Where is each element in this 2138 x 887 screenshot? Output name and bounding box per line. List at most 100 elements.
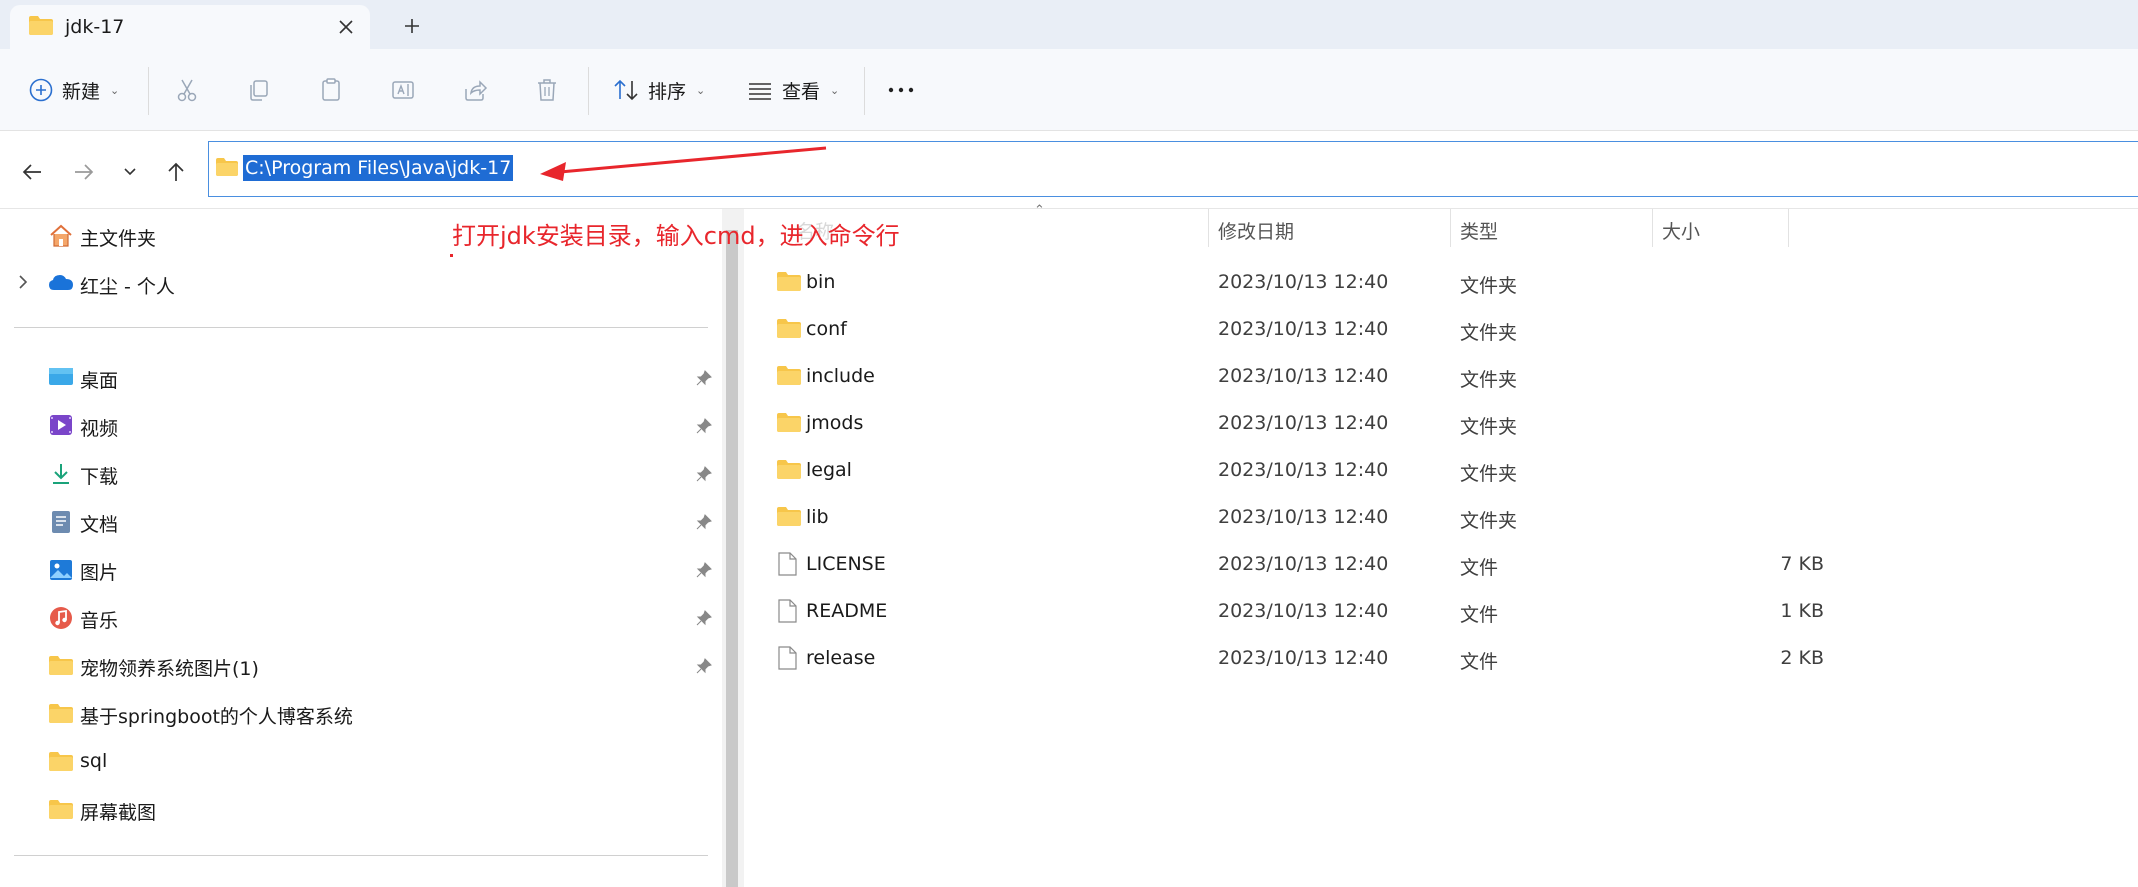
- recent-locations-button[interactable]: [110, 152, 150, 192]
- toolbar-divider: [588, 67, 589, 115]
- toolbar-divider: [864, 67, 865, 115]
- file-row[interactable]: jmods 2023/10/13 12:40 文件夹: [744, 400, 2138, 446]
- file-icon: [776, 646, 798, 675]
- pin-icon[interactable]: [696, 417, 712, 439]
- sidebar-item-label: 主文件夹: [80, 228, 157, 250]
- close-tab-icon[interactable]: [330, 11, 362, 43]
- column-header-label: 修改日期: [1218, 221, 1295, 243]
- paste-button[interactable]: [318, 69, 344, 111]
- file-row[interactable]: legal 2023/10/13 12:40 文件夹: [744, 447, 2138, 493]
- share-icon: [465, 80, 488, 101]
- file-row[interactable]: include 2023/10/13 12:40 文件夹: [744, 353, 2138, 399]
- sidebar-divider: [14, 327, 708, 328]
- video-icon: [48, 414, 74, 441]
- up-button[interactable]: [156, 152, 196, 192]
- file-name: bin: [806, 271, 836, 293]
- delete-button[interactable]: [534, 69, 560, 111]
- address-path-text[interactable]: C:\Program Files\Java\jdk-17: [243, 155, 514, 181]
- file-modified-date: 2023/10/13 12:40: [1218, 647, 1389, 669]
- music-icon: [48, 606, 74, 635]
- sidebar-item-sql[interactable]: sql: [0, 739, 720, 783]
- new-tab-button[interactable]: [396, 10, 428, 42]
- arrow-right-icon: [75, 164, 94, 180]
- sidebar-item-pet-adoption-images[interactable]: 宠物领养系统图片(1): [0, 643, 720, 687]
- column-divider[interactable]: [1450, 209, 1451, 247]
- column-divider[interactable]: [1652, 209, 1653, 247]
- trash-icon: [538, 79, 556, 101]
- sidebar-divider: [14, 855, 708, 856]
- sort-button[interactable]: 排序 ⌄: [612, 69, 705, 111]
- pin-icon[interactable]: [696, 369, 712, 391]
- file-row[interactable]: lib 2023/10/13 12:40 文件夹: [744, 494, 2138, 540]
- chevron-down-icon: ⌄: [830, 83, 840, 97]
- rename-button[interactable]: [390, 69, 416, 111]
- file-name: legal: [806, 459, 852, 481]
- column-divider[interactable]: [1788, 209, 1789, 247]
- file-size: 2 KB: [1780, 647, 1824, 669]
- sidebar-item-downloads[interactable]: 下载: [0, 451, 720, 495]
- sidebar-item-label: 视频: [80, 418, 119, 440]
- pin-icon[interactable]: [696, 657, 712, 679]
- file-row[interactable]: bin 2023/10/13 12:40 文件夹: [744, 259, 2138, 305]
- pin-icon[interactable]: [696, 609, 712, 631]
- plus-icon: [405, 19, 419, 33]
- column-divider[interactable]: [1208, 209, 1209, 247]
- file-row[interactable]: README 2023/10/13 12:40 文件 1 KB: [744, 588, 2138, 634]
- chevron-right-icon[interactable]: [16, 273, 30, 296]
- file-name: conf: [806, 318, 847, 340]
- sidebar-item-onedrive[interactable]: 红尘 - 个人: [0, 261, 720, 305]
- rename-icon: [392, 81, 414, 99]
- sidebar-item-screenshots[interactable]: 屏幕截图: [0, 787, 720, 831]
- tab-jdk-17[interactable]: jdk-17: [10, 5, 370, 49]
- onedrive-cloud-icon: [48, 272, 74, 297]
- sidebar-item-videos[interactable]: 视频: [0, 403, 720, 447]
- chevron-down-icon: ⌄: [696, 83, 706, 97]
- file-type: 文件夹: [1460, 510, 1518, 532]
- sidebar-item-desktop[interactable]: 桌面: [0, 355, 720, 399]
- sidebar-item-label: 红尘 - 个人: [80, 276, 175, 298]
- annotation-dot: [450, 254, 453, 257]
- copy-button[interactable]: [246, 69, 272, 111]
- sidebar-scrollbar-thumb[interactable]: [726, 230, 738, 887]
- cut-button[interactable]: [174, 69, 200, 111]
- column-header-date[interactable]: 修改日期: [1210, 209, 1450, 247]
- folder-icon: [28, 14, 54, 40]
- file-modified-date: 2023/10/13 12:40: [1218, 506, 1389, 528]
- folder-icon: [776, 505, 802, 532]
- scissors-icon: [177, 79, 197, 102]
- forward-button[interactable]: [64, 152, 104, 192]
- folder-icon: [215, 157, 239, 181]
- file-row[interactable]: LICENSE 2023/10/13 12:40 文件 7 KB: [744, 541, 2138, 587]
- address-bar[interactable]: C:\Program Files\Java\jdk-17: [208, 141, 2138, 197]
- toolbar-divider: [148, 67, 149, 115]
- file-icon: [776, 599, 798, 628]
- column-header-size[interactable]: 大小: [1654, 209, 1788, 247]
- view-button[interactable]: 查看 ⌄: [746, 69, 839, 111]
- share-button[interactable]: [462, 69, 488, 111]
- file-row[interactable]: release 2023/10/13 12:40 文件 2 KB: [744, 635, 2138, 681]
- home-icon: [48, 224, 74, 253]
- sidebar-item-label: sql: [80, 750, 108, 772]
- file-modified-date: 2023/10/13 12:40: [1218, 553, 1389, 575]
- sidebar-item-music[interactable]: 音乐: [0, 595, 720, 639]
- desktop-icon: [48, 366, 74, 393]
- sidebar-item-label: 下载: [80, 466, 119, 488]
- file-name: lib: [806, 506, 829, 528]
- file-type: 文件夹: [1460, 322, 1518, 344]
- pin-icon[interactable]: [696, 561, 712, 583]
- file-modified-date: 2023/10/13 12:40: [1218, 459, 1389, 481]
- pin-icon[interactable]: [696, 465, 712, 487]
- file-name: jmods: [806, 412, 864, 434]
- download-icon: [48, 462, 74, 491]
- tab-strip: jdk-17: [0, 0, 2138, 49]
- column-header-type[interactable]: 类型: [1452, 209, 1648, 247]
- back-button[interactable]: [12, 152, 52, 192]
- pin-icon[interactable]: [696, 513, 712, 535]
- sidebar-item-springboot-blog[interactable]: 基于springboot的个人博客系统: [0, 691, 720, 735]
- file-row[interactable]: conf 2023/10/13 12:40 文件夹: [744, 306, 2138, 352]
- sidebar-item-documents[interactable]: 文档: [0, 499, 720, 543]
- more-options-button[interactable]: [886, 69, 916, 111]
- paste-icon: [322, 78, 340, 101]
- sidebar-item-pictures[interactable]: 图片: [0, 547, 720, 591]
- new-button[interactable]: 新建 ⌄: [28, 69, 119, 111]
